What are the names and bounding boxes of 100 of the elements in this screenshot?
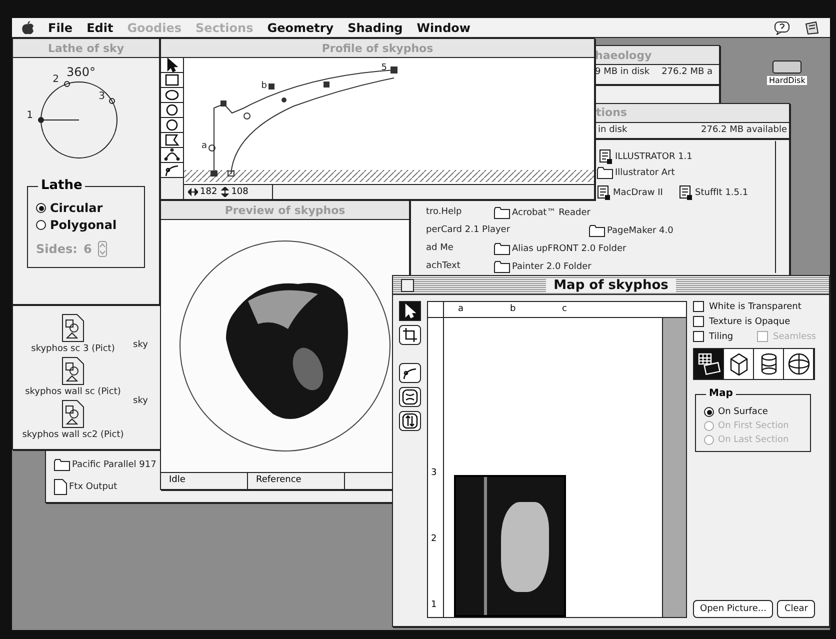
mapping-mode-button[interactable] — [694, 349, 724, 379]
mapping-mode-button[interactable] — [754, 349, 784, 379]
ruler-label: b — [510, 304, 516, 314]
point-label: b — [261, 81, 267, 91]
file-name[interactable]: sky — [133, 340, 148, 350]
radio-option[interactable]: Circular — [36, 201, 138, 215]
file-name[interactable]: Alias upFRONT 2.0 Folder — [512, 244, 626, 254]
tool-button[interactable] — [161, 88, 183, 103]
help-balloon-icon[interactable] — [774, 20, 790, 34]
tool-button[interactable] — [399, 363, 421, 383]
mapping-mode-button[interactable] — [724, 349, 754, 379]
radio-option[interactable]: Polygonal — [36, 218, 138, 232]
bezier-icon — [164, 147, 180, 163]
tool-button[interactable] — [161, 73, 183, 88]
ruler-label: 2 — [431, 534, 437, 544]
crop-icon — [402, 327, 418, 343]
tool-button[interactable] — [161, 58, 183, 73]
file-name[interactable]: skyphos wall sc (Pict) — [25, 387, 121, 397]
tool-button[interactable] — [399, 387, 421, 407]
file-name[interactable]: Pacific Parallel 917 — [72, 460, 156, 470]
push-button[interactable]: Open Picture... — [693, 600, 774, 618]
file-name[interactable]: skyphos wall sc2 (Pict) — [22, 430, 124, 440]
checkbox[interactable]: Tiling — [693, 331, 757, 342]
push-button[interactable]: Clear — [777, 600, 815, 618]
horizontal-arrows-icon — [402, 389, 418, 405]
file-name[interactable]: StuffIt 1.5.1 — [695, 188, 748, 198]
flat-pictures-icon — [696, 351, 722, 377]
ruler-label: 1 — [431, 600, 437, 610]
apple-icon[interactable] — [22, 20, 34, 34]
file-name[interactable]: MacDraw II — [613, 188, 663, 198]
window-title: haeology — [595, 48, 652, 62]
window-title: tions — [596, 106, 627, 119]
ruler-label: 3 — [431, 468, 437, 478]
sphere-icon — [786, 351, 812, 377]
window-title: Preview of skyphos — [224, 204, 346, 216]
group-title: Map — [706, 388, 736, 399]
application-icon — [597, 185, 611, 201]
folder-icon — [494, 243, 510, 255]
tool-button[interactable] — [161, 118, 183, 133]
status-text: Reference — [248, 473, 345, 489]
menu-item[interactable]: Shading — [348, 20, 403, 34]
menu-item[interactable]: Window — [416, 20, 471, 34]
window-title: Lathe of sky — [48, 42, 124, 54]
window-title: Profile of skyphos — [322, 42, 434, 54]
disk-info: 276.2 MB a — [662, 67, 713, 79]
file-name[interactable]: perCard 2.1 Player — [426, 225, 510, 235]
status-text: Idle — [161, 473, 248, 489]
oval-icon — [164, 87, 180, 103]
tool-button[interactable] — [399, 325, 421, 345]
ruler-label: c — [562, 304, 567, 314]
point-label: 5 — [381, 63, 387, 73]
polygon-icon — [164, 132, 180, 148]
mapping-mode-button[interactable] — [784, 349, 814, 379]
picture-file-icon[interactable] — [62, 400, 84, 428]
point-label: a — [201, 141, 207, 151]
folder-icon — [494, 261, 510, 273]
vertical-arrow-icon — [221, 187, 230, 197]
file-name[interactable]: ILLUSTRATOR 1.1 — [615, 152, 692, 162]
point-label: 1 — [26, 110, 33, 121]
file-name[interactable]: Painter 2.0 Folder — [512, 262, 592, 272]
disk-info: in disk — [598, 125, 628, 135]
circle-icon — [164, 117, 180, 133]
file-name[interactable]: ad Me — [426, 243, 454, 253]
menu-item[interactable]: Geometry — [267, 20, 334, 34]
horizontal-arrow-icon — [188, 188, 198, 196]
file-name[interactable]: skyphos sc 3 (Pict) — [31, 344, 115, 354]
file-name[interactable]: Illustrator Art — [615, 168, 675, 178]
folder-icon — [589, 225, 605, 237]
checkbox[interactable]: White is Transparent — [693, 301, 821, 312]
menu-item[interactable]: File — [48, 20, 73, 34]
icon-label[interactable]: HardDisk — [767, 76, 808, 85]
tool-button[interactable] — [161, 163, 183, 178]
picture-file-icon[interactable] — [62, 314, 84, 342]
file-name[interactable]: achText — [426, 261, 460, 271]
sides-label: Sides: — [36, 242, 78, 256]
point-label: 2 — [52, 74, 59, 85]
tool-button[interactable] — [161, 133, 183, 148]
document-icon — [54, 479, 67, 495]
tool-button[interactable] — [399, 411, 421, 431]
folder-icon — [54, 459, 70, 471]
file-name[interactable]: PageMaker 4.0 — [607, 226, 674, 236]
rectangle-icon — [164, 72, 180, 88]
picture-file-icon[interactable] — [62, 357, 84, 385]
window-title: Map of skyphos — [546, 278, 676, 292]
close-box[interactable] — [401, 279, 414, 292]
circle-icon — [164, 102, 180, 118]
file-name[interactable]: Ftx Output — [69, 482, 118, 492]
vertical-arrows-icon — [402, 413, 418, 429]
tool-button[interactable] — [161, 148, 183, 163]
radio-option[interactable]: On Surface — [704, 407, 806, 417]
checkbox[interactable]: Texture is Opaque — [693, 316, 821, 327]
height-value: 108 — [231, 187, 248, 197]
application-icon — [599, 149, 613, 165]
application-icon[interactable] — [804, 20, 820, 34]
tool-button[interactable] — [399, 301, 421, 321]
file-name[interactable]: tro.Help — [426, 207, 462, 217]
file-name[interactable]: Acrobat™ Reader — [512, 208, 590, 218]
menu-item[interactable]: Edit — [86, 20, 114, 34]
tool-button[interactable] — [161, 103, 183, 118]
file-name[interactable]: sky — [133, 396, 148, 406]
